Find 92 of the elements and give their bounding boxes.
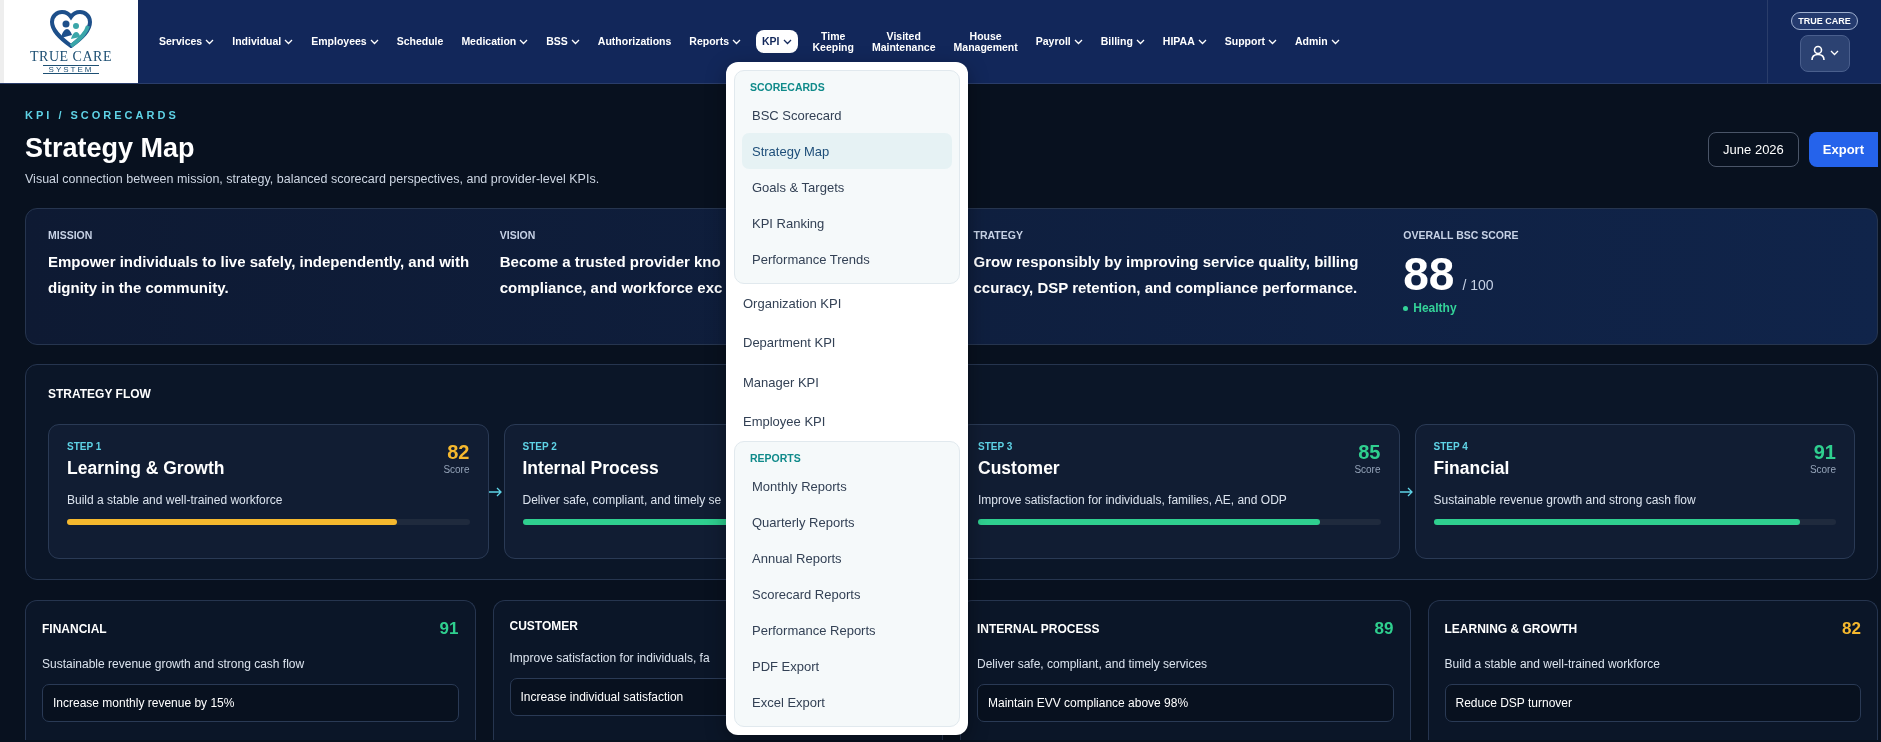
- section-label: VISION: [499, 229, 536, 241]
- score-value: 88: [1403, 247, 1455, 301]
- step-description: Sustainable revenue growth and strong cash flow: [1433, 493, 1696, 507]
- logo-text: TRUE CARE: [30, 48, 112, 64]
- score-label: Score: [1354, 464, 1381, 475]
- menu-item[interactable]: Performance Reports: [742, 612, 952, 648]
- statement-text: Empower individuals to live safely, independently, and with dignity in the community.: [48, 252, 470, 298]
- nav-item[interactable]: Employees: [302, 30, 388, 53]
- nav-item[interactable]: Medication: [452, 30, 538, 53]
- perspective-description: Build a stable and well-trained workforce: [1444, 657, 1660, 671]
- menu-item[interactable]: Strategy Map: [742, 133, 952, 169]
- status-dot-icon: [1403, 305, 1409, 311]
- nav-item[interactable]: HIPAA: [1153, 30, 1216, 53]
- nav-item[interactable]: Billing: [1091, 30, 1154, 53]
- heart-family-icon: [49, 9, 93, 48]
- step-description: Deliver safe, compliant, and timely se: [522, 493, 722, 507]
- step-title: Financial: [1433, 458, 1510, 479]
- score-label: Score: [443, 464, 470, 475]
- step-score: 85: [1358, 441, 1381, 464]
- step-description: Build a stable and well-trained workforce: [67, 493, 283, 507]
- perspective-title: LEARNING & GROWTH: [1444, 622, 1578, 636]
- statement-text: Grow responsibly by improving service quality, billing ccuracy, DSP retention, and compliance performance.: [973, 252, 1359, 298]
- menu-item[interactable]: Annual Reports: [742, 540, 952, 576]
- goal-item: Maintain EVV compliance above 98%: [977, 684, 1394, 722]
- menu-group-heading: REPORTS: [749, 451, 802, 466]
- menu-item[interactable]: Monthly Reports: [742, 468, 952, 504]
- menu-item[interactable]: KPI Ranking: [742, 205, 952, 241]
- perspective-description: Improve satisfaction for individuals, fa: [509, 651, 710, 665]
- account-badge: TRUE CARE: [1791, 11, 1858, 30]
- menu-item[interactable]: Quarterly Reports: [742, 504, 952, 540]
- menu-item[interactable]: Department KPI: [734, 323, 960, 363]
- score-label: Score: [1809, 464, 1836, 475]
- menu-item[interactable]: Manager KPI: [734, 362, 960, 402]
- step-label: STEP 2: [522, 441, 557, 452]
- nav-item[interactable]: Visited Maintenance: [862, 24, 945, 59]
- user-icon: [1810, 45, 1825, 61]
- breadcrumb: KPI / SCORECARDS: [25, 109, 179, 121]
- menu-item[interactable]: Goals & Targets: [742, 169, 952, 205]
- export-button[interactable]: Export: [1808, 132, 1878, 167]
- section-label: MISSION: [48, 229, 93, 241]
- step-title: Customer: [978, 458, 1060, 479]
- step-title: Internal Process: [522, 458, 659, 479]
- perspective-description: Deliver safe, compliant, and timely services: [977, 657, 1208, 671]
- logo-subtitle: SYSTEM: [42, 64, 100, 74]
- nav-item[interactable]: Payroll: [1026, 30, 1092, 53]
- step-description: Improve satisfaction for individuals, families, AE, and ODP: [978, 493, 1287, 507]
- step-label: STEP 1: [67, 441, 102, 452]
- nav-item[interactable]: Individual: [223, 30, 303, 53]
- arrow-right-icon: [1400, 486, 1414, 497]
- perspective-title: FINANCIAL: [42, 622, 107, 636]
- perspective-title: INTERNAL PROCESS: [977, 622, 1100, 636]
- status-text: Healthy: [1403, 301, 1457, 315]
- nav-item[interactable]: Reports: [680, 30, 750, 53]
- menu-item[interactable]: Employee KPI: [734, 401, 960, 441]
- nav-item[interactable]: Admin: [1286, 30, 1349, 53]
- step-label: STEP 4: [1433, 441, 1468, 452]
- nav-item[interactable]: Services: [150, 30, 224, 53]
- goal-item: Reduce DSP turnover: [1444, 684, 1861, 722]
- menu-group-heading: SCORECARDS: [749, 80, 826, 95]
- nav-item[interactable]: KPI: [756, 30, 798, 53]
- section-title: STRATEGY FLOW: [48, 387, 151, 401]
- step-title: Learning & Growth: [67, 458, 225, 479]
- goal-item: Increase monthly revenue by 15%: [42, 684, 459, 722]
- period-button[interactable]: June 2026: [1708, 132, 1799, 167]
- menu-item[interactable]: Performance Trends: [742, 241, 952, 277]
- nav-item[interactable]: Time Keeping: [803, 24, 863, 59]
- perspective-score: 91: [439, 619, 459, 639]
- section-label: OVERALL BSC SCORE: [1403, 229, 1519, 241]
- nav-item[interactable]: Authorizations: [588, 30, 681, 53]
- step-score: 91: [1813, 441, 1836, 464]
- perspective-title: CUSTOMER: [509, 619, 578, 633]
- page-title: Strategy Map: [25, 133, 195, 164]
- logo[interactable]: TRUE CARE SYSTEM: [0, 0, 138, 83]
- menu-item[interactable]: Scorecard Reports: [742, 576, 952, 612]
- perspective-description: Sustainable revenue growth and strong cash flow: [42, 657, 305, 671]
- page-subtitle: Visual connection between mission, strategy, balanced scorecard perspectives, and provider-level KPIs.: [25, 172, 600, 186]
- nav-item[interactable]: House Management: [944, 24, 1027, 59]
- perspective-score: 89: [1374, 619, 1394, 639]
- nav-item[interactable]: Schedule: [387, 30, 453, 53]
- statement-text: Become a trusted provider kno compliance, and workforce exc: [499, 252, 723, 298]
- nav-item[interactable]: BSS: [537, 30, 589, 53]
- score-max: / 100: [1462, 277, 1494, 293]
- section-label: TRATEGY: [973, 229, 1023, 241]
- nav-item[interactable]: Support: [1215, 30, 1286, 53]
- menu-item[interactable]: Organization KPI: [734, 284, 960, 324]
- chevron-down-icon: [1829, 50, 1839, 56]
- perspective-score: 82: [1842, 619, 1861, 639]
- step-score: 82: [447, 441, 470, 464]
- step-label: STEP 3: [978, 441, 1013, 452]
- menu-item[interactable]: BSC Scorecard: [742, 97, 952, 133]
- user-menu-button[interactable]: [1799, 34, 1850, 72]
- arrow-right-icon: [489, 486, 503, 497]
